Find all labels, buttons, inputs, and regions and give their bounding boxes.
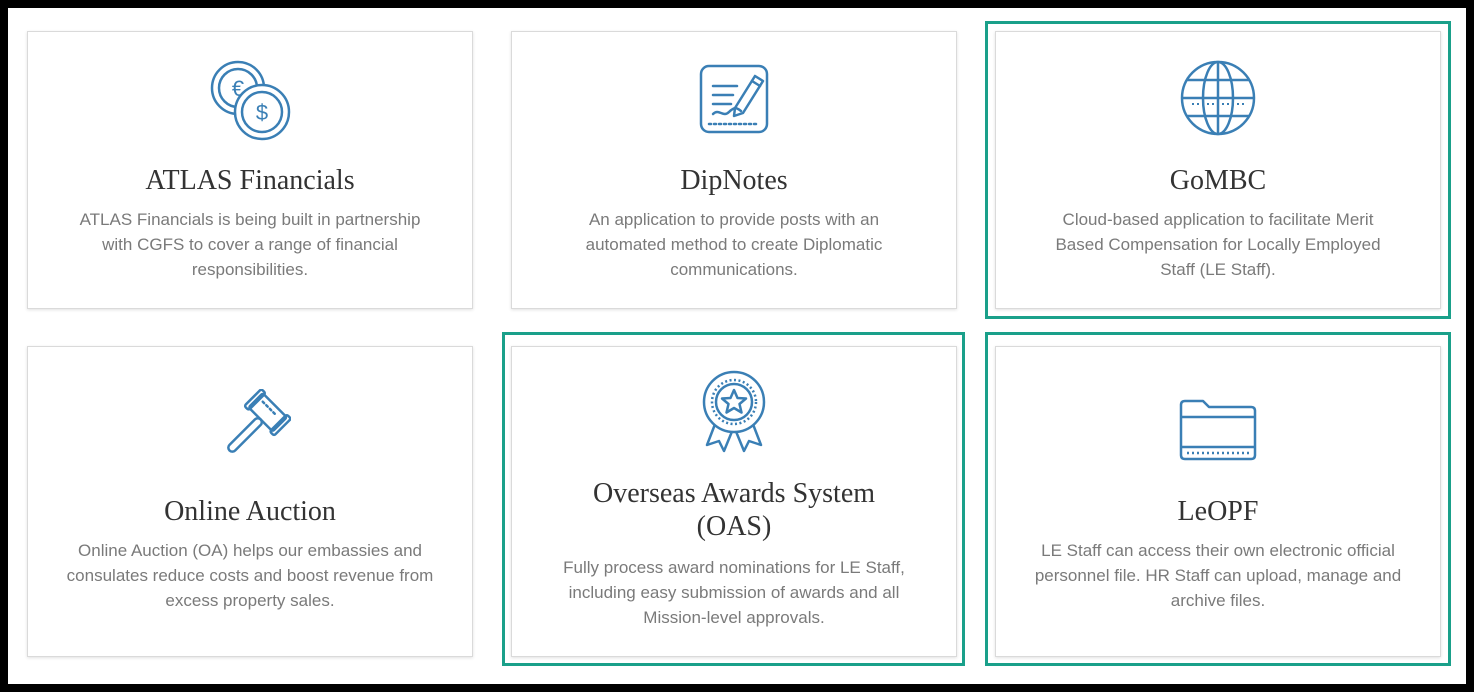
card-overseas-awards-system[interactable]: Overseas Awards System (OAS) Fully proce… — [511, 346, 957, 657]
notepad-pencil-icon — [697, 62, 771, 136]
card-leopf[interactable]: LeOPF LE Staff can access their own elec… — [995, 346, 1441, 657]
award-ribbon-icon — [699, 369, 769, 455]
folder-icon — [1177, 397, 1259, 463]
card-gombc[interactable]: GoMBC Cloud-based application to facilit… — [995, 31, 1441, 309]
applications-grid: € $ ATLAS Financials ATLAS Financials is… — [8, 8, 1466, 684]
card-description: LE Staff can access their own electronic… — [1034, 541, 1402, 610]
card-description: Cloud-based application to facilitate Me… — [1055, 210, 1381, 279]
card-description: An application to provide posts with an … — [585, 210, 883, 279]
card-title: ATLAS Financials — [145, 165, 355, 196]
card-title: DipNotes — [680, 165, 788, 196]
card-dipnotes[interactable]: DipNotes An application to provide posts… — [511, 31, 957, 309]
card-description: ATLAS Financials is being built in partn… — [79, 210, 421, 279]
svg-text:$: $ — [256, 100, 268, 125]
globe-icon — [1178, 58, 1258, 138]
card-atlas-financials[interactable]: € $ ATLAS Financials ATLAS Financials is… — [27, 31, 473, 309]
card-title: Overseas Awards System (OAS) — [592, 478, 876, 542]
card-title: Online Auction — [164, 496, 336, 527]
card-title: LeOPF — [1177, 496, 1259, 527]
card-description: Fully process award nominations for LE S… — [563, 558, 905, 627]
card-online-auction[interactable]: Online Auction Online Auction (OA) helps… — [27, 346, 473, 657]
card-title: GoMBC — [1169, 165, 1267, 196]
gavel-icon — [209, 389, 291, 471]
currency-coins-icon: € $ — [208, 58, 292, 142]
card-description: Online Auction (OA) helps our embassies … — [66, 541, 434, 610]
